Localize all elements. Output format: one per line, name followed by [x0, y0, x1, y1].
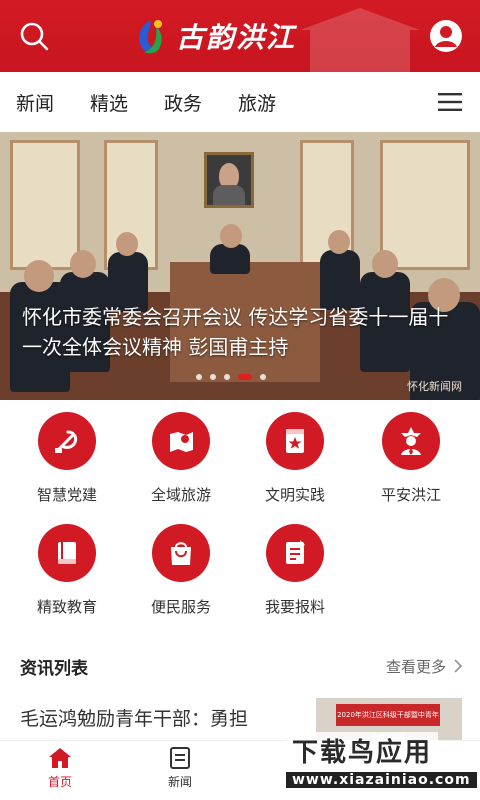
report-document-icon [266, 524, 324, 582]
service-tourism[interactable]: 全域旅游 [126, 412, 236, 512]
service-label: 平安洪江 [380, 486, 441, 504]
carousel-dot[interactable] [260, 374, 266, 380]
service-label: 我要报料 [264, 598, 325, 616]
hamburger-menu-icon[interactable] [438, 92, 462, 112]
service-label: 智慧党建 [36, 486, 97, 504]
person-head [328, 230, 350, 254]
home-icon [49, 748, 71, 768]
thumbnail-screen: 2020年洪江区科级干部暨中青年干部培训班 [336, 704, 440, 741]
carousel-dot[interactable] [224, 374, 230, 380]
image-source-watermark: 怀化新闻网 [407, 380, 462, 393]
service-safe-hongjiang[interactable]: 平安洪江 [356, 412, 466, 512]
service-label: 全域旅游 [150, 486, 211, 504]
app-logo: 古韵洪江 [132, 12, 296, 60]
map-pin-icon [152, 412, 210, 470]
channel-tabs: 新闻 精选 政务 旅游 [0, 72, 480, 132]
portrait-image [204, 152, 254, 208]
section-title: 资讯列表 [20, 659, 88, 679]
carousel-dot[interactable] [210, 374, 216, 380]
shopping-bag-icon [152, 524, 210, 582]
view-more-link[interactable]: 查看更多 [386, 656, 446, 677]
carousel-dot[interactable] [196, 374, 202, 380]
service-civilization[interactable]: 文明实践 [240, 412, 350, 512]
watermark-url: www.xiazainiao.com [286, 772, 477, 788]
news-section-header: 资讯列表 查看更多 [0, 650, 480, 682]
service-education[interactable]: 精致教育 [12, 524, 122, 624]
person-silhouette [320, 250, 360, 310]
service-convenience[interactable]: 便民服务 [126, 524, 236, 624]
logo-mark-icon [139, 20, 162, 54]
person-head [372, 250, 398, 278]
hero-banner[interactable]: 怀化市委常委会召开会议 传达学习省委十一届十一次全体会议精神 彭国甫主持 怀化新… [0, 132, 480, 400]
tab-featured[interactable]: 精选 [90, 89, 128, 116]
chevron-right-icon[interactable] [452, 658, 464, 674]
service-report[interactable]: 我要报料 [240, 524, 350, 624]
nav-label: 首页 [47, 775, 72, 789]
person-head [24, 260, 54, 292]
police-badge-icon [382, 412, 440, 470]
service-label: 文明实践 [264, 486, 325, 504]
book-icon [38, 524, 96, 582]
carousel-indicator [196, 374, 266, 380]
download-site-watermark: 下载鸟应用 www.xiazainiao.com [286, 732, 477, 796]
nav-news[interactable]: 新闻 [150, 747, 210, 790]
user-avatar-icon[interactable] [424, 14, 468, 58]
wall-panel [10, 140, 80, 270]
person-head [220, 224, 242, 248]
party-emblem-icon [38, 412, 96, 470]
service-grid: 智慧党建 全域旅游 文明实践 平安洪江 精致教育 便民服务 我要报料 [0, 412, 480, 642]
wall-panel [380, 140, 470, 270]
app-header: 古韵洪江 [0, 0, 480, 72]
watermark-title: 下载鸟应用 [286, 732, 439, 769]
tab-travel[interactable]: 旅游 [238, 89, 276, 116]
carousel-dot-active[interactable] [238, 374, 252, 380]
tiananmen-silhouette-icon [300, 8, 420, 72]
service-label: 精致教育 [36, 598, 97, 616]
service-smart-party[interactable]: 智慧党建 [12, 412, 122, 512]
banner-caption[interactable]: 怀化市委常委会召开会议 传达学习省委十一届十一次全体会议精神 彭国甫主持 [22, 302, 452, 362]
person-head [116, 232, 138, 256]
person-head [70, 250, 96, 278]
tab-government[interactable]: 政务 [164, 89, 202, 116]
nav-home[interactable]: 首页 [30, 747, 90, 790]
banner-star-icon [266, 412, 324, 470]
search-icon[interactable] [12, 14, 56, 58]
tab-news[interactable]: 新闻 [16, 89, 54, 116]
nav-label: 新闻 [167, 775, 192, 789]
app-title: 古韵洪江 [176, 21, 297, 54]
news-headline[interactable]: 毛运鸿勉励青年干部：勇担 [20, 704, 248, 731]
news-icon [170, 747, 190, 769]
service-label: 便民服务 [150, 598, 211, 616]
person-silhouette [210, 244, 250, 274]
